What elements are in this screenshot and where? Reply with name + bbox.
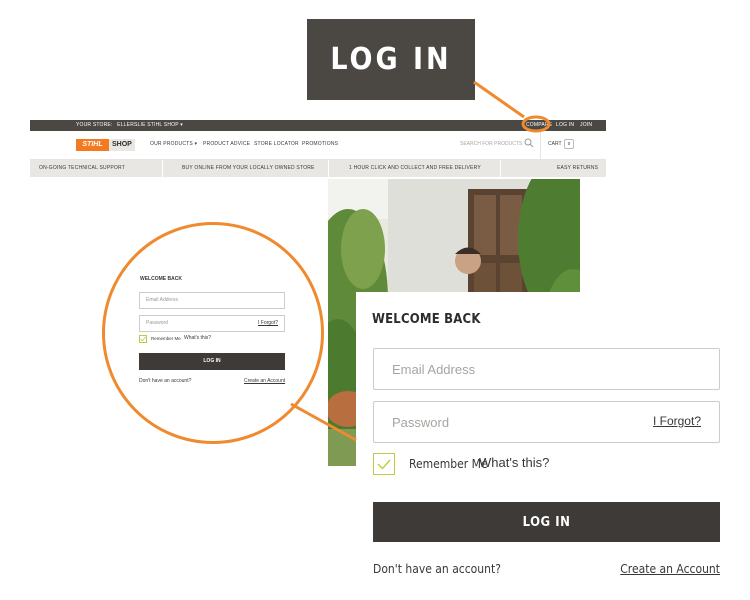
magnifier-circle: WELCOME BACK Email Address Password I Fo… [102,222,324,444]
login-form: WELCOME BACK Email Address Password I Fo… [356,292,750,600]
login-link[interactable]: LOG IN [556,120,574,131]
mini-email-input[interactable]: Email Address [139,292,285,309]
forgot-password-link[interactable]: I Forgot? [653,414,701,428]
form-title: WELCOME BACK [372,312,481,327]
mini-remember-label: Remember Me [151,336,181,341]
mini-password-placeholder: Password [146,320,168,326]
usp-item: ON-GOING TECHNICAL SUPPORT [39,165,125,171]
usp-divider [328,160,329,177]
chevron-down-icon: ▾ [180,122,183,128]
stihl-shop-logo[interactable]: STIHL SHOP [76,139,135,151]
header-divider [540,131,541,159]
usp-item: 1 HOUR CLICK AND COLLECT AND FREE DELIVE… [349,165,481,171]
password-field[interactable]: Password I Forgot? [373,401,720,443]
store-selector[interactable]: YOUR STORE: ELLERSLIE STIHL SHOP ▾ [76,120,183,131]
remember-me-checkbox[interactable] [373,453,395,475]
usp-divider [162,160,163,177]
store-label: YOUR STORE: [76,122,113,128]
mini-whats-this[interactable]: What's this? [184,335,211,341]
mini-form-title: WELCOME BACK [140,276,182,282]
search-input[interactable]: SEARCH FOR PRODUCTS [460,141,522,147]
search-icon[interactable] [524,138,534,148]
usp-item: BUY ONLINE FROM YOUR LOCALLY OWNED STORE [182,165,315,171]
login-button[interactable]: LOG IN [373,502,720,542]
menu-store-locator[interactable]: STORE LOCATOR [254,141,299,147]
logo-shop: SHOP [109,139,135,151]
check-icon [140,336,146,342]
no-account-text: Don't have an account? [373,562,501,576]
remember-me-label: Remember Me [409,457,488,471]
store-value: ELLERSLIE STIHL SHOP [117,122,179,128]
usp-item: EASY RETURNS [557,165,599,171]
mini-create-account-link[interactable]: Create an Account [244,378,285,384]
mini-forgot-link[interactable]: I Forgot? [258,316,278,331]
site-header: STIHL SHOP OUR PRODUCTS ▾ PRODUCT ADVICE… [30,131,606,160]
menu-promotions[interactable]: PROMOTIONS [302,141,338,147]
mini-no-account-text: Don't have an account? [139,378,192,384]
menu-our-products[interactable]: OUR PRODUCTS ▾ [150,141,197,147]
usp-bar: ON-GOING TECHNICAL SUPPORT BUY ONLINE FR… [30,160,606,177]
cart-link[interactable]: CART [548,141,562,147]
login-callout: LOG IN [307,19,475,100]
create-account-link[interactable]: Create an Account [620,562,720,576]
logo-brand: STIHL [76,139,109,151]
email-field[interactable]: Email Address [373,348,720,390]
site-topbar: YOUR STORE: ELLERSLIE STIHL SHOP ▾ COMPA… [30,120,606,139]
whats-this-link[interactable]: What's this? [479,455,549,470]
password-placeholder: Password [392,414,450,430]
email-placeholder: Email Address [392,361,476,377]
cart-count-badge: 0 [564,139,574,149]
usp-divider [500,160,501,177]
compare-link[interactable]: COMPARE [526,120,552,131]
mini-remember-checkbox[interactable] [139,335,147,343]
mini-password-input[interactable]: Password I Forgot? [139,315,285,332]
check-icon [377,459,391,470]
callout-connector [473,80,525,119]
menu-product-advice[interactable]: PRODUCT ADVICE [203,141,250,147]
mini-login-button[interactable]: LOG IN [139,353,285,370]
